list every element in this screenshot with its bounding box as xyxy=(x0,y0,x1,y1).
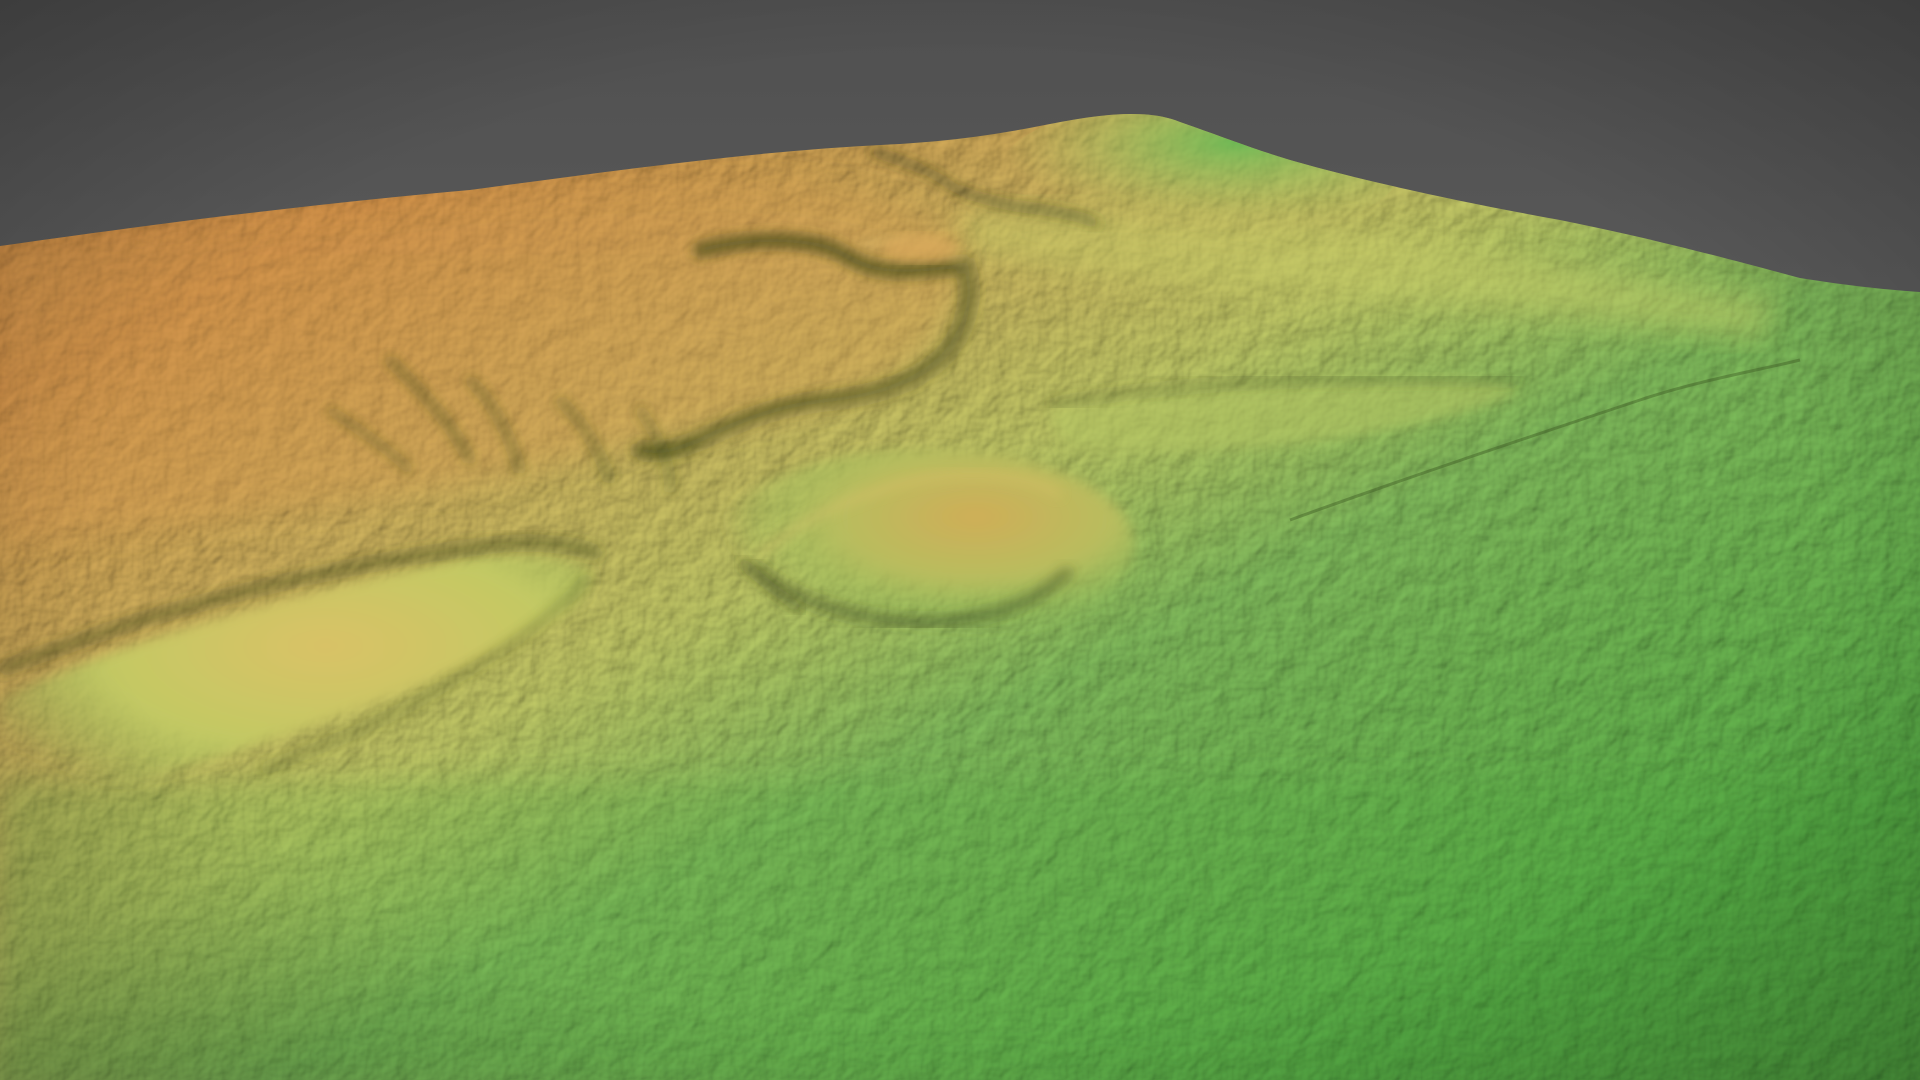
terrain-render[interactable] xyxy=(0,0,1920,1080)
terrain-viewport[interactable] xyxy=(0,0,1920,1080)
vignette xyxy=(0,0,1920,1080)
